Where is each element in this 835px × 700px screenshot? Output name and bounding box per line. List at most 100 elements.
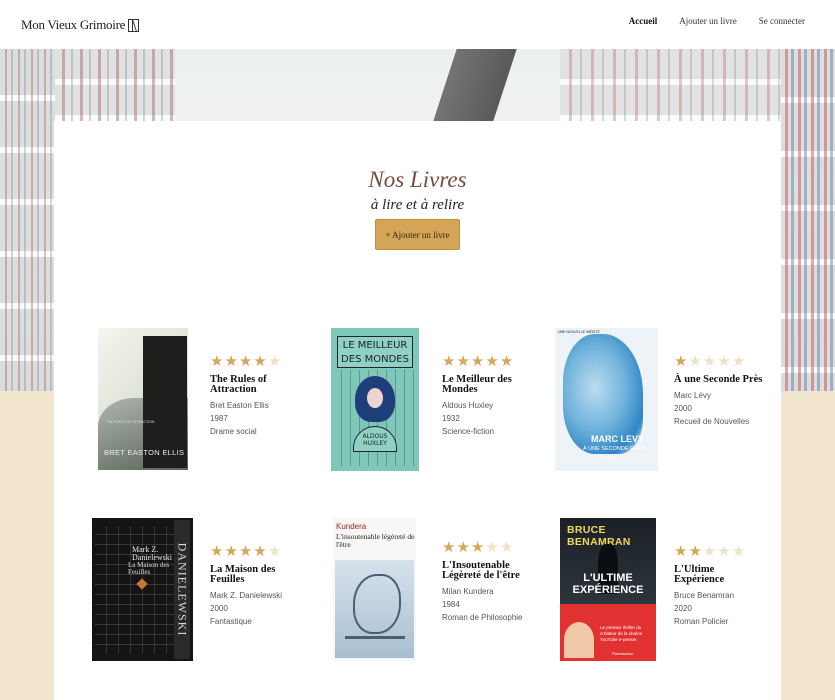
star-filled-icon: ★ [674, 352, 688, 370]
book-author: Aldous Huxley [442, 401, 494, 410]
book-info: ★ ★ ★ ★ ★ La Maison des Feuilles Mark Z. Dan… [210, 544, 300, 628]
book-card[interactable]: UNE NOUVELLE INÉDITE MARC LEVY À UNE SEC… [555, 328, 762, 478]
book-cover[interactable]: LE MEILLEUR DES MONDES ALDOUS HUXLEY [331, 328, 419, 471]
star-filled-icon: ★ [470, 538, 485, 556]
cover-title: À UNE SECONDE PRÈS [583, 446, 646, 452]
main-nav: Accueil Ajouter un livre Se connecter [629, 16, 805, 26]
star-filled-icon: ★ [253, 542, 267, 560]
cover-title: LE MEILLEUR DES MONDES [337, 336, 413, 368]
book-title[interactable]: La Maison des Feuilles [210, 564, 300, 585]
logo-text[interactable]: Mon Vieux Grimoire [21, 17, 125, 33]
star-filled-icon: ★ [442, 538, 456, 556]
star-filled-icon: ★ [456, 538, 470, 556]
book-title[interactable]: L'Ultime Expérience [674, 564, 764, 585]
page-subtitle: à lire et à relire [370, 197, 465, 213]
book-title[interactable]: Le Meilleur des Mondes [442, 374, 532, 395]
book-genre: Fantastique [210, 617, 252, 626]
star-empty-icon: ★ [731, 542, 746, 560]
star-filled-icon: ★ [238, 542, 253, 560]
star-empty-icon: ★ [267, 542, 282, 560]
books-panel: Nos Livres à lire et à relire + Ajouter … [54, 121, 781, 700]
book-author: Mark Z. Danielewski [210, 591, 283, 600]
book-title[interactable]: The Rules of Attraction [210, 374, 300, 395]
book-title[interactable]: À une Seconde Près [674, 374, 764, 385]
star-filled-icon: ★ [456, 352, 470, 370]
star-empty-icon: ★ [702, 352, 717, 370]
star-filled-icon: ★ [210, 352, 224, 370]
book-title[interactable]: L'Insoutenable Légèreté de l'être [442, 560, 534, 581]
star-filled-icon: ★ [470, 352, 485, 370]
book-info: ★ ★ ★ ★ ★ The Rules of Attraction Bret Easto… [210, 354, 300, 438]
star-filled-icon: ★ [485, 352, 499, 370]
book-author: Bret Easton Ellis [210, 401, 269, 410]
book-card[interactable]: Mark Z. Danielewski La Maison des Feuill… [92, 518, 292, 668]
rating-stars: ★ ★ ★ ★ ★ [210, 354, 300, 369]
cover-blurb: Le premier thriller du créateur de la ch… [600, 625, 643, 642]
book-genre: Drame social [210, 427, 257, 436]
rating-stars: ★ ★ ★ ★ ★ [674, 544, 764, 559]
star-filled-icon: ★ [238, 352, 253, 370]
bookshelf-top-left [55, 49, 175, 121]
book-cover[interactable]: UNE NOUVELLE INÉDITE MARC LEVY À UNE SEC… [555, 328, 658, 471]
book-cover[interactable]: THE RULES OF ATTRACTION BRET EASTON ELLI… [98, 328, 188, 470]
add-book-button[interactable]: + Ajouter un livre [375, 219, 460, 250]
star-filled-icon: ★ [674, 542, 688, 560]
rating-stars: ★ ★ ★ ★ ★ [442, 540, 534, 555]
cover-title: L'ULTIME EXPÉRIENCE [572, 572, 644, 596]
book-cover[interactable]: Mark Z. Danielewski La Maison des Feuill… [92, 518, 193, 661]
book-genre: Science-fiction [442, 427, 495, 436]
cover-author: Kundera [336, 522, 367, 531]
bookshelf-right [781, 49, 835, 391]
nav-item-accueil[interactable]: Accueil [629, 16, 658, 26]
book-cover[interactable]: Kundera L'insoutenable légèreté de l'êtr… [333, 518, 416, 661]
star-filled-icon: ★ [499, 352, 514, 370]
cover-publisher: Flammarion [612, 651, 634, 656]
book-info: ★ ★ ★ ★ ★ L'Insoutenable Légèreté de l'être … [442, 540, 534, 624]
cover-title: L'insoutenable légèreté de l'être [336, 532, 415, 549]
star-empty-icon: ★ [688, 352, 702, 370]
bookshelf-top-right [560, 49, 781, 121]
star-empty-icon: ★ [499, 538, 514, 556]
page-title: Nos Livres [368, 167, 467, 192]
book-author: Marc Lévy [674, 391, 711, 400]
cover-spine: DANIELEWSKI [175, 542, 190, 637]
book-info: ★ ★ ★ ★ ★ À une Seconde Près Marc Lévy 2000 … [674, 354, 764, 428]
star-empty-icon: ★ [717, 352, 731, 370]
book-year: 2000 [674, 404, 692, 413]
star-empty-icon: ★ [702, 542, 717, 560]
star-empty-icon: ★ [485, 538, 499, 556]
book-info: ★ ★ ★ ★ ★ L'Ultime Expérience Bruce Benamran… [674, 544, 764, 628]
top-header: Mon Vieux Grimoire Accueil Ajouter un li… [0, 0, 835, 49]
cover-subtitle: THE RULES OF ATTRACTION [106, 420, 155, 424]
book-cover[interactable]: BRUCE BENAMRAN L'ULTIME EXPÉRIENCE Le pr… [560, 518, 656, 661]
book-card[interactable]: THE RULES OF ATTRACTION BRET EASTON ELLI… [98, 328, 298, 478]
book-genre: Recueil de Nouvelles [674, 417, 750, 426]
cover-author: MARC LEVY [591, 434, 645, 444]
book-genre: Roman de Philosophie [442, 613, 523, 622]
book-card[interactable]: BRUCE BENAMRAN L'ULTIME EXPÉRIENCE Le pr… [560, 518, 760, 668]
shelf-post [433, 49, 517, 121]
book-card[interactable]: Kundera L'insoutenable légèreté de l'êtr… [333, 518, 533, 668]
site-logo[interactable]: Mon Vieux Grimoire [21, 17, 140, 33]
star-empty-icon: ★ [731, 352, 746, 370]
star-filled-icon: ★ [253, 352, 267, 370]
star-filled-icon: ★ [688, 542, 702, 560]
nav-item-ajouter-livre[interactable]: Ajouter un livre [679, 16, 737, 26]
cover-author: BRET EASTON ELLIS [104, 448, 185, 457]
star-filled-icon: ★ [224, 542, 238, 560]
star-empty-icon: ★ [717, 542, 731, 560]
book-year: 1984 [442, 600, 460, 609]
book-year: 2000 [210, 604, 228, 613]
book-year: 1932 [442, 414, 460, 423]
book-author: Milan Kundera [442, 587, 494, 596]
rating-stars: ★ ★ ★ ★ ★ [210, 544, 300, 559]
book-year: 2020 [674, 604, 692, 613]
book-author: Bruce Benamran [674, 591, 735, 600]
star-filled-icon: ★ [224, 352, 238, 370]
book-card[interactable]: LE MEILLEUR DES MONDES ALDOUS HUXLEY ★ ★ ★… [331, 328, 531, 478]
rating-stars: ★ ★ ★ ★ ★ [442, 354, 532, 369]
star-filled-icon: ★ [442, 352, 456, 370]
cover-publisher: ELLE [601, 457, 616, 463]
book-year: 1987 [210, 414, 228, 423]
nav-item-se-connecter[interactable]: Se connecter [759, 16, 805, 26]
